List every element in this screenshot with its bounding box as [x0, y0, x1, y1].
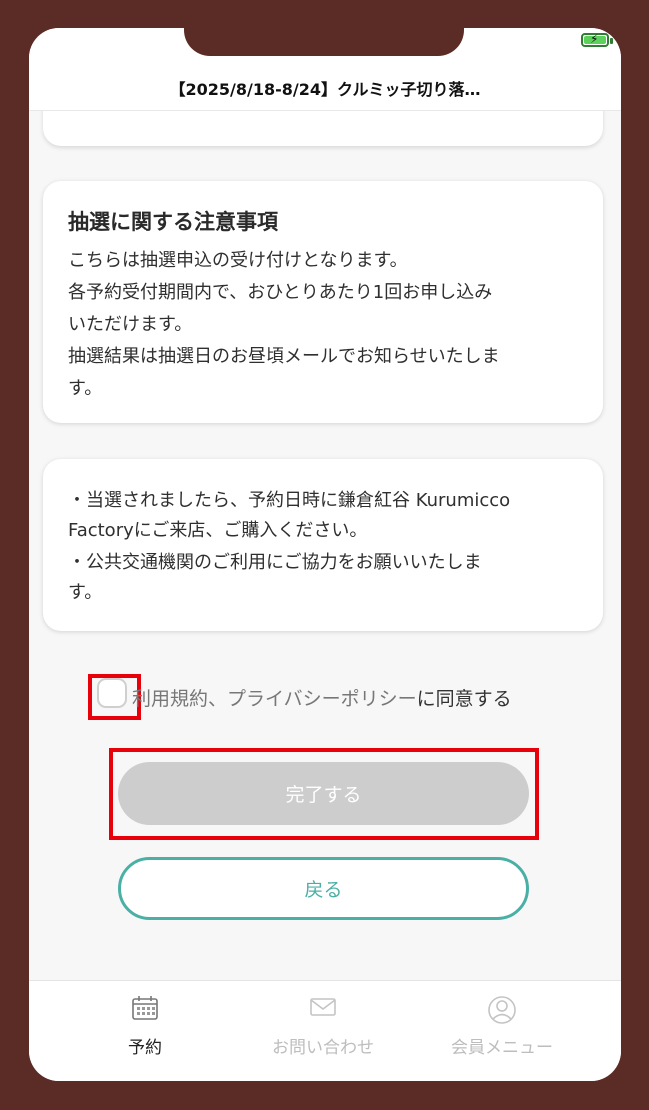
- page-title: 【2025/8/18-8/24】クルミッ子切り落…: [169, 80, 481, 99]
- notice-line: こちらは抽選申込の受け付けとなります。: [68, 250, 408, 271]
- notice-line: 各予約受付期間内で、おひとりあたり1回お申し込み: [68, 282, 493, 303]
- agree-suffix: に同意する: [416, 688, 512, 710]
- user-icon: [407, 995, 597, 1024]
- tab-member-menu[interactable]: 会員メニュー: [407, 981, 597, 1081]
- complete-highlight-box: [109, 748, 539, 840]
- tab-label: 会員メニュー: [451, 1038, 553, 1058]
- info-line: ・当選されましたら、予約日時に鎌倉紅谷 Kurumicco: [68, 490, 511, 511]
- tab-label: お問い合わせ: [272, 1038, 374, 1058]
- lottery-notice-card: 抽選に関する注意事項 こちらは抽選申込の受け付けとなります。 各予約受付期間内で…: [43, 181, 603, 423]
- back-button[interactable]: 戻る: [118, 857, 529, 920]
- visit-info-card: ・当選されましたら、予約日時に鎌倉紅谷 Kurumicco Factoryにご来…: [43, 459, 603, 631]
- notice-line: 抽選結果は抽選日のお昼頃メールでお知らせいたしま: [68, 346, 500, 367]
- tab-label: 予約: [128, 1038, 162, 1058]
- info-line: ・公共交通機関のご利用にご協力をお願いいたしま: [68, 552, 482, 573]
- notice-line: いただけます。: [68, 314, 193, 335]
- bottom-tab-bar: 予約 お問い合わせ 会員メニュー: [29, 980, 621, 1081]
- tab-reservation[interactable]: 予約: [50, 981, 240, 1081]
- agree-label: 利用規約、プライバシーポリシーに同意する: [132, 684, 512, 711]
- battery-icon: ⚡: [581, 32, 609, 47]
- notice-title: 抽選に関する注意事項: [68, 210, 278, 234]
- mail-icon: [228, 995, 418, 1023]
- terms-privacy-link[interactable]: 利用規約、プライバシーポリシー: [132, 688, 417, 710]
- calendar-icon: [50, 995, 240, 1023]
- battery-cap: [610, 38, 613, 44]
- device-notch: [184, 28, 464, 56]
- info-line: す。: [68, 582, 103, 603]
- tab-contact[interactable]: お問い合わせ: [228, 981, 418, 1081]
- info-line: Factoryにご来店、ご購入ください。: [68, 520, 368, 541]
- notice-line: す。: [68, 378, 103, 399]
- phone-screen: ⚡ 【2025/8/18-8/24】クルミッ子切り落… 抽選に関する注意事項 こ…: [29, 28, 621, 1081]
